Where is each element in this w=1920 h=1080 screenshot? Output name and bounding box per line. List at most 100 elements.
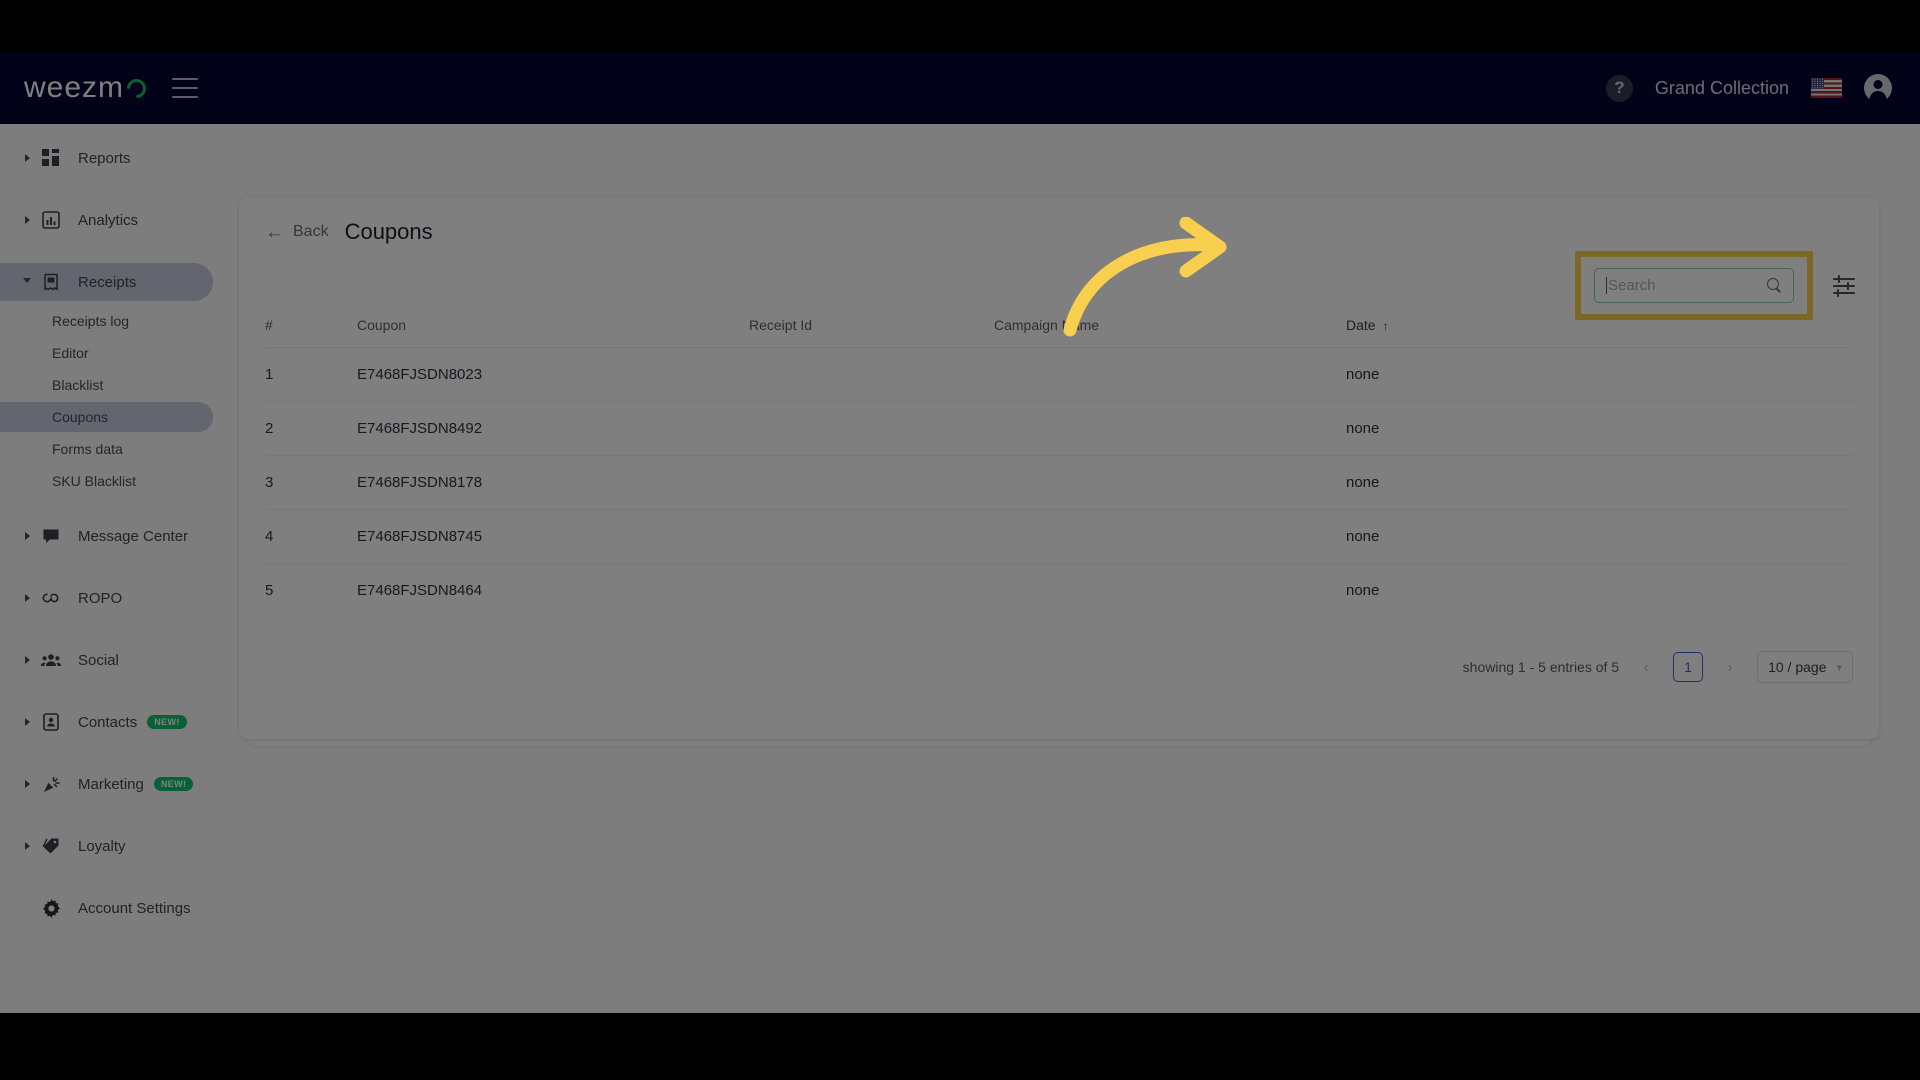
sidebar: Reports Analytics Receipts Receipts log … (0, 124, 225, 1013)
sidebar-subitem-coupons[interactable]: Coupons (0, 402, 213, 432)
chevron-right-icon[interactable] (18, 718, 36, 726)
sidebar-item-label: Message Center (78, 527, 189, 545)
status-badge-new: NEW! (153, 777, 194, 791)
sidebar-item-contacts[interactable]: Contacts NEW! (0, 703, 213, 741)
navbar-right-group: ? Grand Collection (1605, 74, 1892, 102)
sidebar-item-receipts[interactable]: Receipts (0, 263, 213, 301)
sidebar-subitem-forms-data[interactable]: Forms data (0, 434, 213, 464)
sidebar-item-social[interactable]: Social (0, 641, 213, 679)
chevron-right-icon[interactable] (18, 154, 36, 162)
table-toolbar: Search (1575, 251, 1857, 320)
sidebar-item-loyalty[interactable]: Loyalty (0, 827, 213, 865)
column-header-coupon[interactable]: Coupon (357, 317, 749, 348)
sidebar-item-label: Analytics (78, 211, 139, 229)
cell-date: none (1346, 347, 1853, 402)
table-row[interactable]: 1 E7468FJSDN8023 none (265, 347, 1853, 402)
column-header-receipt-id[interactable]: Receipt Id (749, 317, 994, 348)
hamburger-icon[interactable] (172, 78, 199, 98)
chevron-right-icon[interactable] (18, 532, 36, 540)
sidebar-item-analytics[interactable]: Analytics (0, 201, 213, 239)
chevron-right-icon[interactable] (18, 842, 36, 850)
brand-text: weezm (24, 71, 125, 104)
sidebar-item-label: Account Settings (78, 899, 191, 917)
chevron-right-icon[interactable] (18, 656, 36, 664)
table-head: # Coupon Receipt Id Campaign Name Date ↑ (265, 317, 1853, 348)
table-header-row: # Coupon Receipt Id Campaign Name Date ↑ (265, 317, 1853, 348)
arrow-left-icon: ← (265, 221, 284, 243)
sort-asc-icon: ↑ (1382, 319, 1389, 333)
page-title: Coupons (344, 219, 433, 244)
cell-index: 1 (265, 347, 357, 402)
sidebar-subitem-editor[interactable]: Editor (0, 338, 213, 368)
cell-receipt-id (749, 455, 994, 510)
filter-sliders-icon[interactable] (1831, 273, 1857, 299)
chevron-down-icon[interactable] (18, 277, 36, 287)
chevron-right-icon[interactable] (18, 780, 36, 788)
column-header-date[interactable]: Date ↑ (1346, 317, 1853, 348)
cell-receipt-id (749, 347, 994, 402)
weezmo-logo[interactable]: weezm (24, 71, 150, 105)
chevron-down-icon: ▾ (1836, 661, 1842, 674)
cell-campaign-name (994, 401, 1346, 456)
bar-chart-icon (40, 209, 62, 231)
back-label: Back (293, 223, 329, 240)
text-cursor (1606, 277, 1607, 294)
sidebar-item-marketing[interactable]: Marketing NEW! (0, 765, 213, 803)
sidebar-subitem-sku-blacklist[interactable]: SKU Blacklist (0, 466, 213, 496)
top-navbar: weezm ? Grand Collection (0, 52, 1920, 124)
sidebar-item-label: ROPO (78, 589, 123, 607)
column-header-date-label: Date (1346, 317, 1376, 333)
column-header-campaign-name[interactable]: Campaign Name (994, 317, 1346, 348)
chevron-left-icon[interactable]: ‹ (1635, 659, 1657, 676)
table-row[interactable]: 3 E7468FJSDN8178 none (265, 455, 1853, 510)
sidebar-item-ropo[interactable]: ROPO (0, 579, 213, 617)
chevron-right-icon[interactable]: › (1719, 659, 1741, 676)
sidebar-subitem-receipts-log[interactable]: Receipts log (0, 306, 213, 336)
page-size-select[interactable]: 10 / page ▾ (1757, 651, 1853, 683)
dashboard-icon (40, 147, 62, 169)
cell-coupon: E7468FJSDN8178 (357, 455, 749, 510)
user-avatar-icon[interactable] (1864, 74, 1892, 102)
table-row[interactable]: 5 E7468FJSDN8464 none (265, 564, 1853, 618)
sidebar-item-label: Receipts (78, 273, 137, 291)
search-input[interactable]: Search (1594, 268, 1794, 303)
search-icon[interactable] (1767, 278, 1782, 293)
help-icon[interactable]: ? (1605, 74, 1633, 102)
cell-campaign-name (994, 347, 1346, 402)
coupons-card: ← Back Coupons Search # Coupon Receipt I… (239, 197, 1879, 739)
chat-icon (40, 525, 62, 547)
cell-coupon: E7468FJSDN8464 (357, 582, 483, 599)
page-number-1[interactable]: 1 (1673, 652, 1704, 682)
page-size-label: 10 / page (1768, 659, 1827, 675)
people-icon (40, 649, 62, 671)
infinity-icon (40, 587, 62, 609)
cell-campaign-name (994, 455, 1346, 510)
sidebar-item-label: Reports (78, 149, 131, 167)
table-row[interactable]: 4 E7468FJSDN8745 none (265, 509, 1853, 564)
cell-date: none (1346, 401, 1853, 456)
cell-date: none (1346, 455, 1853, 510)
logo-circle-icon (123, 74, 150, 102)
back-button[interactable]: ← Back (265, 223, 329, 242)
coupons-table: # Coupon Receipt Id Campaign Name Date ↑ … (265, 317, 1853, 617)
account-name[interactable]: Grand Collection (1655, 78, 1789, 99)
cell-receipt-id (749, 509, 994, 564)
cell-date: none (1346, 509, 1853, 564)
tag-icon (40, 835, 62, 857)
sidebar-item-message-center[interactable]: Message Center (0, 517, 213, 555)
chevron-right-icon[interactable] (18, 216, 36, 224)
chevron-right-icon[interactable] (18, 594, 36, 602)
sidebar-subitem-blacklist[interactable]: Blacklist (0, 370, 213, 400)
search-highlight-box: Search (1575, 251, 1813, 320)
table-row[interactable]: 2 E7468FJSDN8492 none (265, 401, 1853, 456)
us-flag-icon[interactable] (1811, 78, 1842, 98)
sidebar-item-label: Social (78, 651, 119, 669)
sidebar-item-account-settings[interactable]: Account Settings (0, 889, 213, 927)
search-placeholder: Search (1608, 277, 1656, 294)
status-badge-new: NEW! (147, 715, 187, 729)
column-header-index[interactable]: # (265, 317, 357, 348)
contact-card-icon (40, 711, 62, 733)
sidebar-item-reports[interactable]: Reports (0, 139, 213, 177)
card-header: ← Back Coupons (239, 197, 1879, 245)
cell-coupon: E7468FJSDN8492 (357, 401, 749, 456)
